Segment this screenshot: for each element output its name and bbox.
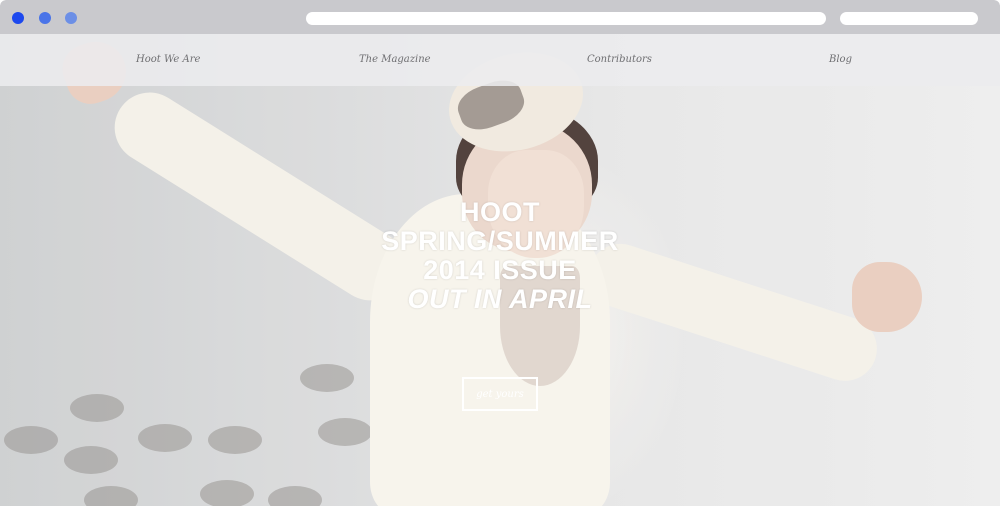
headline-line-season: SPRING/SUMMER xyxy=(381,226,619,256)
address-bar[interactable] xyxy=(306,12,826,25)
headline-line-brand: HOOT xyxy=(460,197,540,227)
nav-item-the-magazine[interactable]: The Magazine xyxy=(359,54,431,65)
headline-line-issue: 2014 ISSUE xyxy=(423,255,577,285)
top-navigation: Hoot We Are The Magazine Contributors Bl… xyxy=(0,34,1000,86)
hero-headline: HOOT SPRING/SUMMER 2014 ISSUE OUT IN APR… xyxy=(300,198,700,314)
window-maximize-dot[interactable] xyxy=(65,12,77,24)
headline-line-release: OUT IN APRIL xyxy=(407,284,593,314)
browser-search-bar[interactable] xyxy=(840,12,978,25)
browser-chrome xyxy=(0,0,1000,34)
window-close-dot[interactable] xyxy=(12,12,24,24)
nav-item-hoot-we-are[interactable]: Hoot We Are xyxy=(136,54,200,65)
nav-item-blog[interactable]: Blog xyxy=(829,54,852,65)
browser-window: Hoot We Are The Magazine Contributors Bl… xyxy=(0,0,1000,506)
get-yours-button[interactable]: get yours xyxy=(462,377,538,411)
window-minimize-dot[interactable] xyxy=(39,12,51,24)
nav-item-contributors[interactable]: Contributors xyxy=(587,54,652,65)
